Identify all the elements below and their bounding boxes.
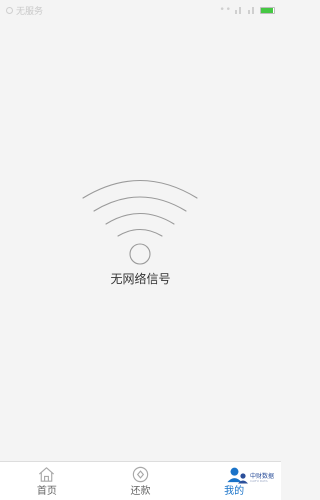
tab-home[interactable]: 首页 — [0, 462, 94, 500]
tab-repay-label: 还款 — [130, 486, 151, 497]
notification-dots-icon: • • — [219, 5, 232, 15]
app-screen: 无服务 • • 无网络信号 首页 还款 我的 中财数据 CAIFU DATA — [0, 0, 281, 500]
signal-icon — [234, 6, 243, 14]
watermark-subtitle: CAIFU DATA — [250, 479, 268, 483]
battery-icon — [260, 6, 275, 14]
no-network-empty-state: 无网络信号 — [0, 165, 281, 295]
tab-repay[interactable]: 还款 — [94, 462, 188, 500]
no-network-message: 无网络信号 — [110, 272, 171, 286]
sim-status-icon — [6, 6, 13, 14]
status-left: 无服务 — [6, 4, 43, 17]
carrier-text: 无服务 — [16, 6, 44, 17]
wifi-icon — [82, 179, 198, 265]
watermark-logo: 中财数据 CAIFU DATA — [237, 469, 274, 491]
tab-home-label: 首页 — [36, 486, 57, 497]
status-bar: 无服务 • • — [0, 0, 281, 20]
repay-icon — [132, 466, 149, 483]
wifi-status-icon — [247, 6, 256, 14]
status-right: • • — [220, 5, 275, 15]
home-icon — [39, 467, 55, 482]
logo-mark-icon — [238, 473, 248, 484]
